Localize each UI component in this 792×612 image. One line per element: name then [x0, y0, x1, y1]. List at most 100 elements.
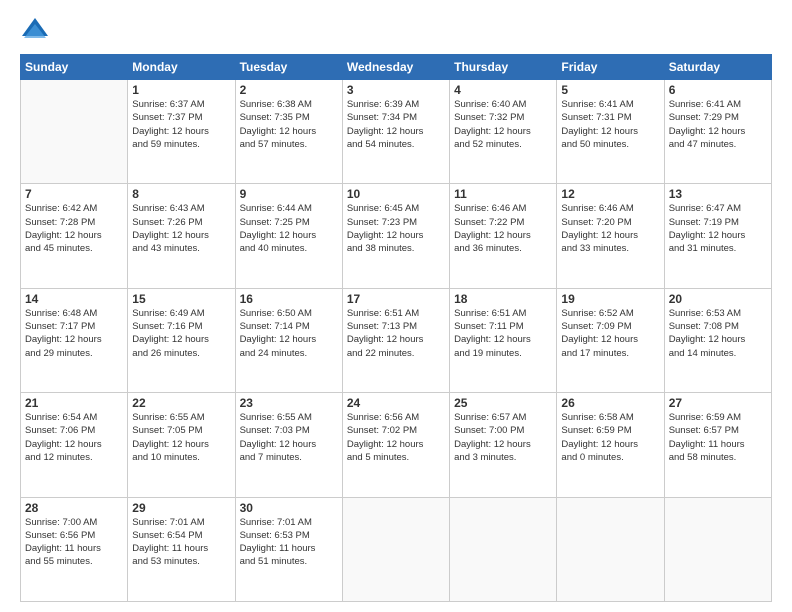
day-number: 29 [132, 501, 230, 515]
day-info: Sunrise: 7:00 AMSunset: 6:56 PMDaylight:… [25, 516, 123, 569]
day-info: Sunrise: 6:56 AMSunset: 7:02 PMDaylight:… [347, 411, 445, 464]
day-number: 18 [454, 292, 552, 306]
day-number: 27 [669, 396, 767, 410]
day-info: Sunrise: 6:40 AMSunset: 7:32 PMDaylight:… [454, 98, 552, 151]
calendar-cell: 20 Sunrise: 6:53 AMSunset: 7:08 PMDaylig… [664, 288, 771, 392]
calendar-cell: 4 Sunrise: 6:40 AMSunset: 7:32 PMDayligh… [450, 80, 557, 184]
day-number: 2 [240, 83, 338, 97]
day-number: 21 [25, 396, 123, 410]
calendar-cell: 9 Sunrise: 6:44 AMSunset: 7:25 PMDayligh… [235, 184, 342, 288]
calendar-week-row: 28 Sunrise: 7:00 AMSunset: 6:56 PMDaylig… [21, 497, 772, 601]
calendar-week-row: 7 Sunrise: 6:42 AMSunset: 7:28 PMDayligh… [21, 184, 772, 288]
calendar-cell: 28 Sunrise: 7:00 AMSunset: 6:56 PMDaylig… [21, 497, 128, 601]
day-number: 11 [454, 187, 552, 201]
day-info: Sunrise: 6:46 AMSunset: 7:22 PMDaylight:… [454, 202, 552, 255]
day-info: Sunrise: 6:51 AMSunset: 7:11 PMDaylight:… [454, 307, 552, 360]
day-info: Sunrise: 6:44 AMSunset: 7:25 PMDaylight:… [240, 202, 338, 255]
day-number: 9 [240, 187, 338, 201]
day-number: 12 [561, 187, 659, 201]
day-number: 5 [561, 83, 659, 97]
day-number: 17 [347, 292, 445, 306]
header [20, 16, 772, 46]
weekday-header: Tuesday [235, 55, 342, 80]
day-info: Sunrise: 7:01 AMSunset: 6:54 PMDaylight:… [132, 516, 230, 569]
day-number: 26 [561, 396, 659, 410]
calendar-cell [21, 80, 128, 184]
calendar-cell: 6 Sunrise: 6:41 AMSunset: 7:29 PMDayligh… [664, 80, 771, 184]
calendar-cell: 21 Sunrise: 6:54 AMSunset: 7:06 PMDaylig… [21, 393, 128, 497]
calendar-cell: 13 Sunrise: 6:47 AMSunset: 7:19 PMDaylig… [664, 184, 771, 288]
day-info: Sunrise: 6:37 AMSunset: 7:37 PMDaylight:… [132, 98, 230, 151]
day-info: Sunrise: 6:46 AMSunset: 7:20 PMDaylight:… [561, 202, 659, 255]
calendar-cell: 25 Sunrise: 6:57 AMSunset: 7:00 PMDaylig… [450, 393, 557, 497]
weekday-header: Monday [128, 55, 235, 80]
day-info: Sunrise: 6:55 AMSunset: 7:03 PMDaylight:… [240, 411, 338, 464]
day-number: 10 [347, 187, 445, 201]
calendar-week-row: 14 Sunrise: 6:48 AMSunset: 7:17 PMDaylig… [21, 288, 772, 392]
calendar-cell: 18 Sunrise: 6:51 AMSunset: 7:11 PMDaylig… [450, 288, 557, 392]
day-number: 28 [25, 501, 123, 515]
day-info: Sunrise: 6:41 AMSunset: 7:29 PMDaylight:… [669, 98, 767, 151]
page: SundayMondayTuesdayWednesdayThursdayFrid… [0, 0, 792, 612]
calendar-cell: 29 Sunrise: 7:01 AMSunset: 6:54 PMDaylig… [128, 497, 235, 601]
day-number: 6 [669, 83, 767, 97]
day-info: Sunrise: 6:41 AMSunset: 7:31 PMDaylight:… [561, 98, 659, 151]
calendar-cell: 11 Sunrise: 6:46 AMSunset: 7:22 PMDaylig… [450, 184, 557, 288]
calendar-cell: 12 Sunrise: 6:46 AMSunset: 7:20 PMDaylig… [557, 184, 664, 288]
day-number: 24 [347, 396, 445, 410]
calendar-table: SundayMondayTuesdayWednesdayThursdayFrid… [20, 54, 772, 602]
day-info: Sunrise: 6:55 AMSunset: 7:05 PMDaylight:… [132, 411, 230, 464]
day-number: 20 [669, 292, 767, 306]
day-info: Sunrise: 6:47 AMSunset: 7:19 PMDaylight:… [669, 202, 767, 255]
calendar-cell: 5 Sunrise: 6:41 AMSunset: 7:31 PMDayligh… [557, 80, 664, 184]
day-info: Sunrise: 6:59 AMSunset: 6:57 PMDaylight:… [669, 411, 767, 464]
day-number: 19 [561, 292, 659, 306]
day-number: 7 [25, 187, 123, 201]
day-info: Sunrise: 6:49 AMSunset: 7:16 PMDaylight:… [132, 307, 230, 360]
calendar-cell: 15 Sunrise: 6:49 AMSunset: 7:16 PMDaylig… [128, 288, 235, 392]
weekday-header: Saturday [664, 55, 771, 80]
day-info: Sunrise: 7:01 AMSunset: 6:53 PMDaylight:… [240, 516, 338, 569]
day-info: Sunrise: 6:50 AMSunset: 7:14 PMDaylight:… [240, 307, 338, 360]
day-info: Sunrise: 6:51 AMSunset: 7:13 PMDaylight:… [347, 307, 445, 360]
calendar-cell [342, 497, 449, 601]
calendar-cell [450, 497, 557, 601]
weekday-header: Sunday [21, 55, 128, 80]
calendar-cell: 24 Sunrise: 6:56 AMSunset: 7:02 PMDaylig… [342, 393, 449, 497]
calendar-cell: 14 Sunrise: 6:48 AMSunset: 7:17 PMDaylig… [21, 288, 128, 392]
day-info: Sunrise: 6:39 AMSunset: 7:34 PMDaylight:… [347, 98, 445, 151]
day-number: 25 [454, 396, 552, 410]
day-number: 13 [669, 187, 767, 201]
logo [20, 16, 54, 46]
weekday-header: Thursday [450, 55, 557, 80]
day-number: 16 [240, 292, 338, 306]
day-info: Sunrise: 6:52 AMSunset: 7:09 PMDaylight:… [561, 307, 659, 360]
calendar-cell: 2 Sunrise: 6:38 AMSunset: 7:35 PMDayligh… [235, 80, 342, 184]
weekday-header: Wednesday [342, 55, 449, 80]
day-info: Sunrise: 6:57 AMSunset: 7:00 PMDaylight:… [454, 411, 552, 464]
calendar-cell: 26 Sunrise: 6:58 AMSunset: 6:59 PMDaylig… [557, 393, 664, 497]
day-number: 4 [454, 83, 552, 97]
calendar-cell: 10 Sunrise: 6:45 AMSunset: 7:23 PMDaylig… [342, 184, 449, 288]
day-info: Sunrise: 6:58 AMSunset: 6:59 PMDaylight:… [561, 411, 659, 464]
calendar-cell: 1 Sunrise: 6:37 AMSunset: 7:37 PMDayligh… [128, 80, 235, 184]
calendar-week-row: 1 Sunrise: 6:37 AMSunset: 7:37 PMDayligh… [21, 80, 772, 184]
day-info: Sunrise: 6:43 AMSunset: 7:26 PMDaylight:… [132, 202, 230, 255]
calendar-cell: 27 Sunrise: 6:59 AMSunset: 6:57 PMDaylig… [664, 393, 771, 497]
calendar-cell: 19 Sunrise: 6:52 AMSunset: 7:09 PMDaylig… [557, 288, 664, 392]
day-number: 15 [132, 292, 230, 306]
calendar-cell: 3 Sunrise: 6:39 AMSunset: 7:34 PMDayligh… [342, 80, 449, 184]
weekday-header-row: SundayMondayTuesdayWednesdayThursdayFrid… [21, 55, 772, 80]
day-number: 3 [347, 83, 445, 97]
day-number: 8 [132, 187, 230, 201]
calendar-cell: 23 Sunrise: 6:55 AMSunset: 7:03 PMDaylig… [235, 393, 342, 497]
calendar-cell: 8 Sunrise: 6:43 AMSunset: 7:26 PMDayligh… [128, 184, 235, 288]
logo-icon [20, 16, 50, 46]
day-number: 30 [240, 501, 338, 515]
calendar-cell: 30 Sunrise: 7:01 AMSunset: 6:53 PMDaylig… [235, 497, 342, 601]
calendar-cell: 7 Sunrise: 6:42 AMSunset: 7:28 PMDayligh… [21, 184, 128, 288]
calendar-cell [664, 497, 771, 601]
calendar-cell: 16 Sunrise: 6:50 AMSunset: 7:14 PMDaylig… [235, 288, 342, 392]
weekday-header: Friday [557, 55, 664, 80]
calendar-cell: 17 Sunrise: 6:51 AMSunset: 7:13 PMDaylig… [342, 288, 449, 392]
